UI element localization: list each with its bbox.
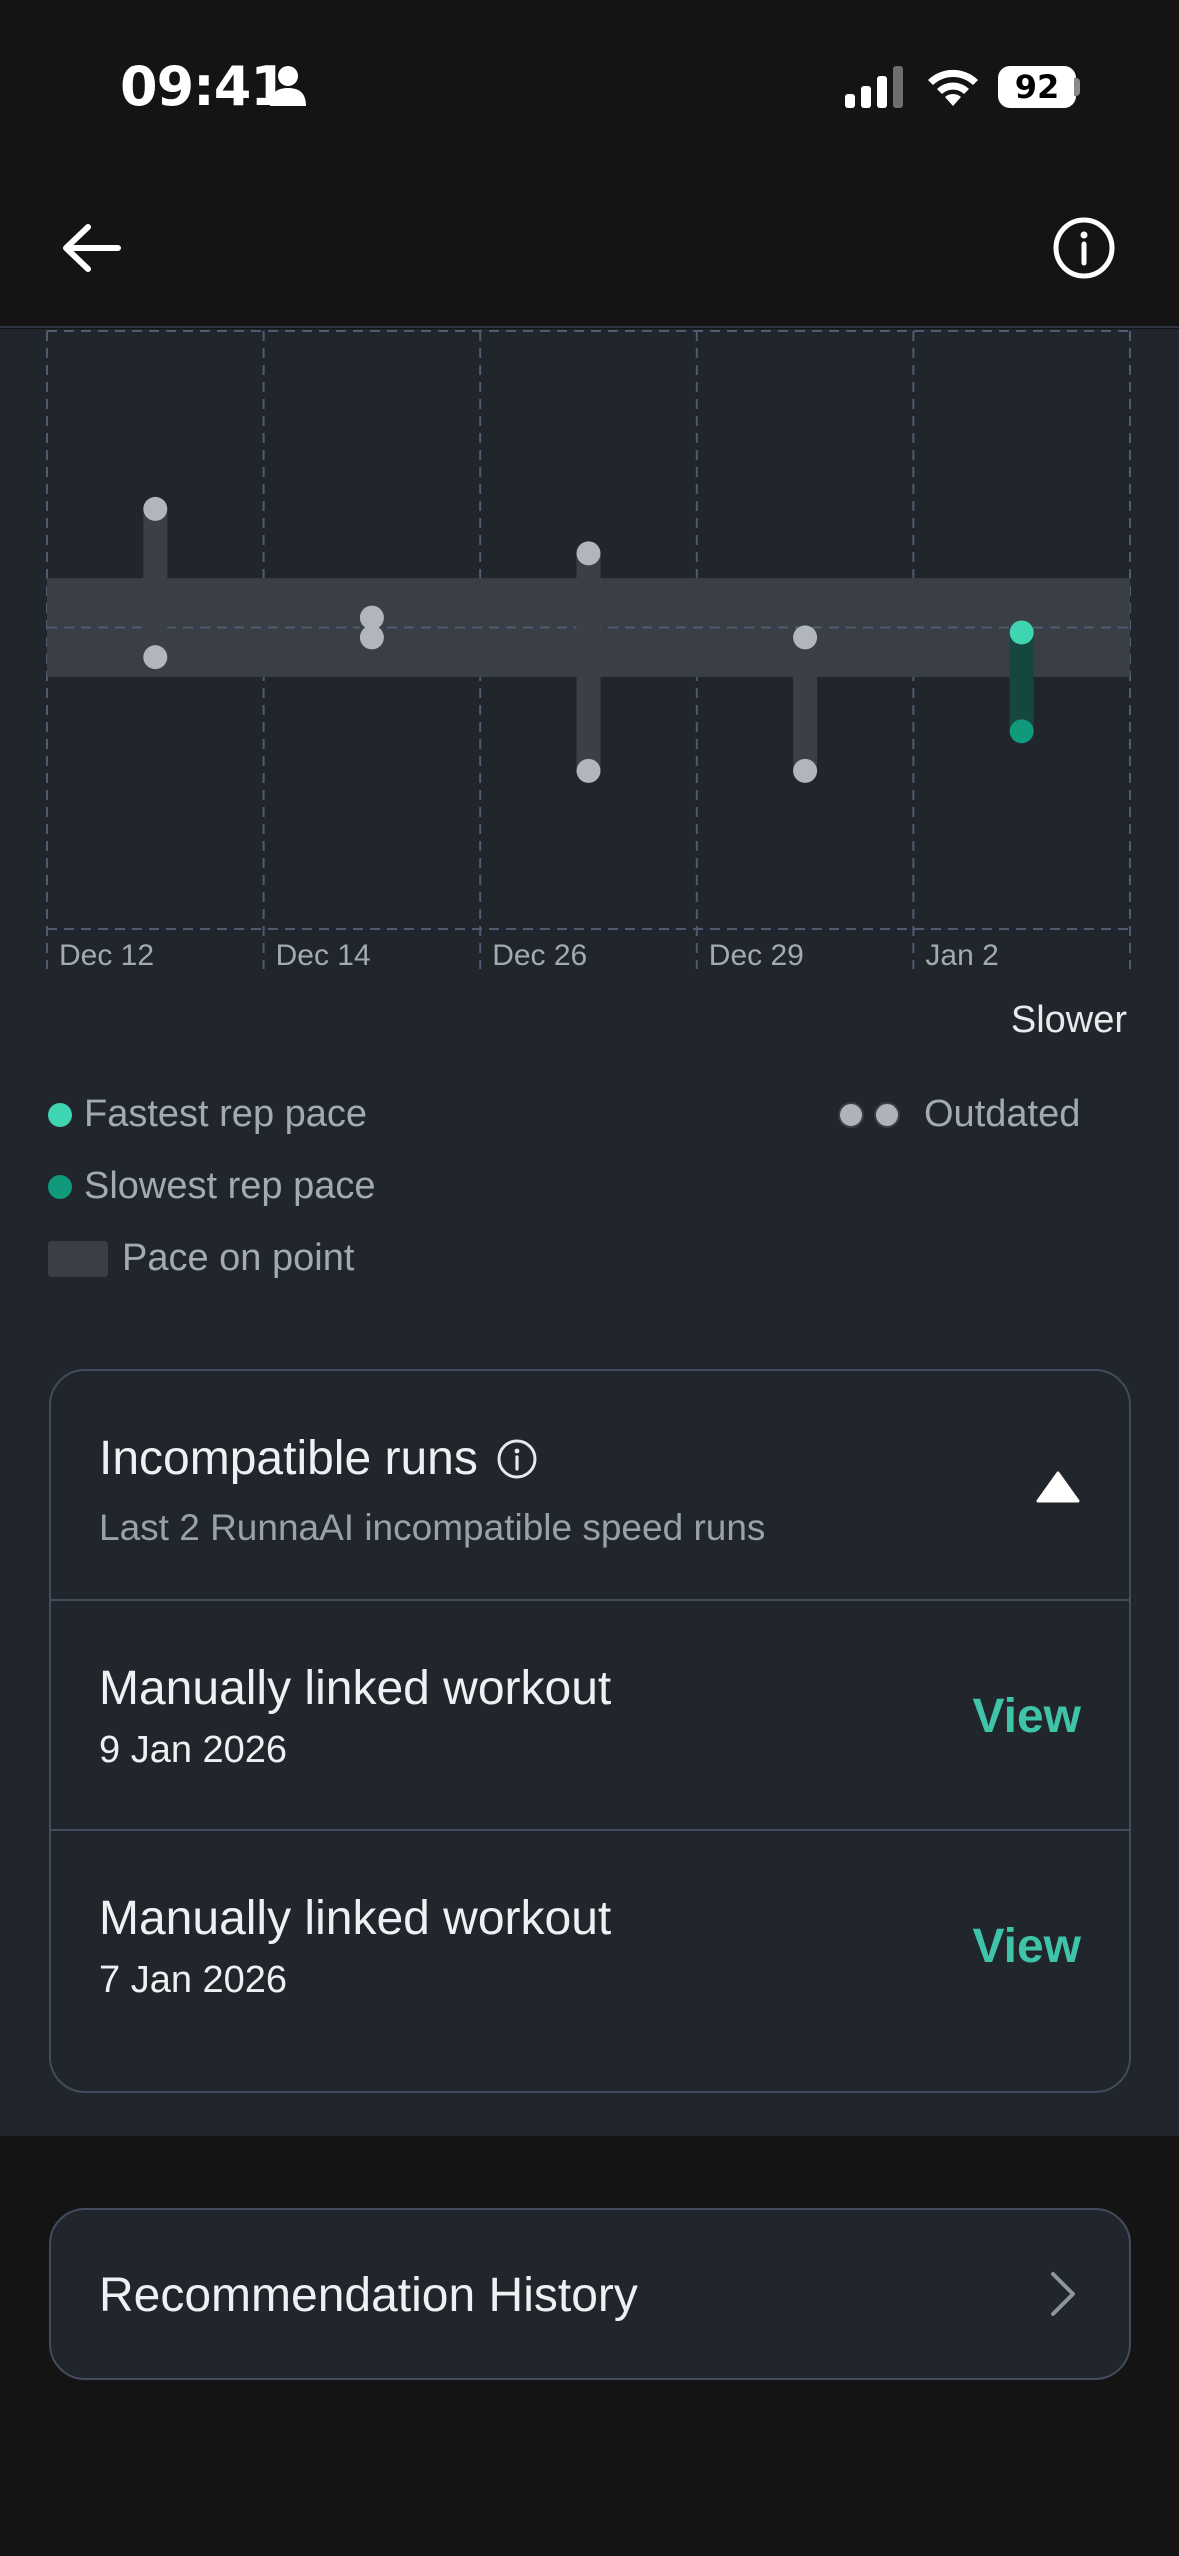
run-date: 9 Jan 2026 (99, 1729, 288, 1771)
x-tick-label: Dec 26 (492, 939, 587, 972)
battery-indicator: 92 (998, 66, 1076, 108)
slowest-point (1009, 719, 1034, 744)
wifi-icon (928, 69, 978, 106)
fastest-point (1009, 620, 1034, 645)
fastest-point (793, 625, 818, 650)
run-date: 7 Jan 2026 (99, 1959, 288, 2001)
recommendation-history-button[interactable]: Recommendation History (49, 2208, 1131, 2380)
legend-on-point-label: Pace on point (122, 1237, 355, 1279)
collapse-triangle-icon[interactable] (1035, 1469, 1081, 1505)
run-title: Manually linked workout (99, 1892, 612, 1945)
incompatible-run-row[interactable]: Manually linked workout 7 Jan 2026 View (51, 1831, 1129, 2061)
range-bar (143, 508, 168, 658)
chevron-right-icon (1051, 2272, 1075, 2316)
range-bar (576, 553, 601, 771)
incompatible-runs-title-row: Incompatible runs (99, 1431, 538, 1486)
incompatible-run-row[interactable]: Manually linked workout 9 Jan 2026 View (51, 1601, 1129, 1831)
incompatible-runs-card: Incompatible runs Last 2 RunnaAI incompa… (49, 1369, 1131, 2093)
legend-fastest: Fastest rep pace (48, 1093, 367, 1136)
slowest-point (793, 758, 818, 783)
slowest-dot-icon (48, 1174, 72, 1199)
slower-axis-label: Slower (1010, 999, 1127, 1041)
legend-slowest-label: Slowest rep pace (84, 1165, 376, 1207)
battery-tip (1074, 78, 1080, 96)
incompatible-runs-subtitle: Last 2 RunnaAI incompatible speed runs (99, 1507, 766, 1548)
legend-slowest: Slowest rep pace (48, 1165, 376, 1208)
info-icon[interactable] (496, 1438, 538, 1480)
legend-on-point: Pace on point (48, 1237, 354, 1280)
view-run-button[interactable]: View (972, 1689, 1081, 1744)
info-icon[interactable] (1048, 212, 1120, 284)
x-tick-label: Jan 2 (925, 939, 998, 972)
legend-fastest-label: Fastest rep pace (84, 1093, 368, 1135)
status-time: 09:41 (120, 55, 288, 118)
legend-outdated-label: Outdated (924, 1093, 1081, 1135)
pace-panel: Dec 12 Dec 14 Dec 26 Dec 29 Jan 2 Slower Fas… (0, 329, 1179, 2136)
range-bar (1009, 632, 1034, 732)
legend-outdated: Outdated (838, 1093, 1080, 1136)
outdated-dots-icon (838, 1101, 910, 1128)
band-swatch-icon (48, 1240, 108, 1277)
recommendation-history-label: Recommendation History (99, 2269, 638, 2322)
range-bar (793, 637, 818, 771)
incompatible-runs-title: Incompatible runs (99, 1432, 478, 1485)
incompatible-runs-header[interactable]: Incompatible runs Last 2 RunnaAI incompa… (51, 1371, 1129, 1601)
person-icon (270, 66, 306, 106)
fastest-dot-icon (48, 1102, 72, 1127)
status-bar: 09:41 92 (0, 0, 1179, 170)
fastest-point (359, 605, 384, 630)
x-tick-label: Dec 29 (709, 939, 804, 972)
x-tick-label: Dec 12 (59, 939, 154, 972)
top-nav (0, 170, 1179, 328)
slowest-point (143, 645, 168, 670)
chart-x-labels: Dec 12 Dec 14 Dec 26 Dec 29 Jan 2 (59, 939, 999, 972)
view-run-button[interactable]: View (972, 1919, 1081, 1974)
fastest-point (143, 496, 168, 521)
signal-icon (845, 66, 903, 108)
x-tick-label: Dec 14 (276, 939, 371, 972)
arrow-left-icon[interactable] (56, 212, 128, 284)
fastest-point (576, 541, 601, 566)
run-title: Manually linked workout (99, 1662, 612, 1715)
slowest-point (576, 758, 601, 783)
